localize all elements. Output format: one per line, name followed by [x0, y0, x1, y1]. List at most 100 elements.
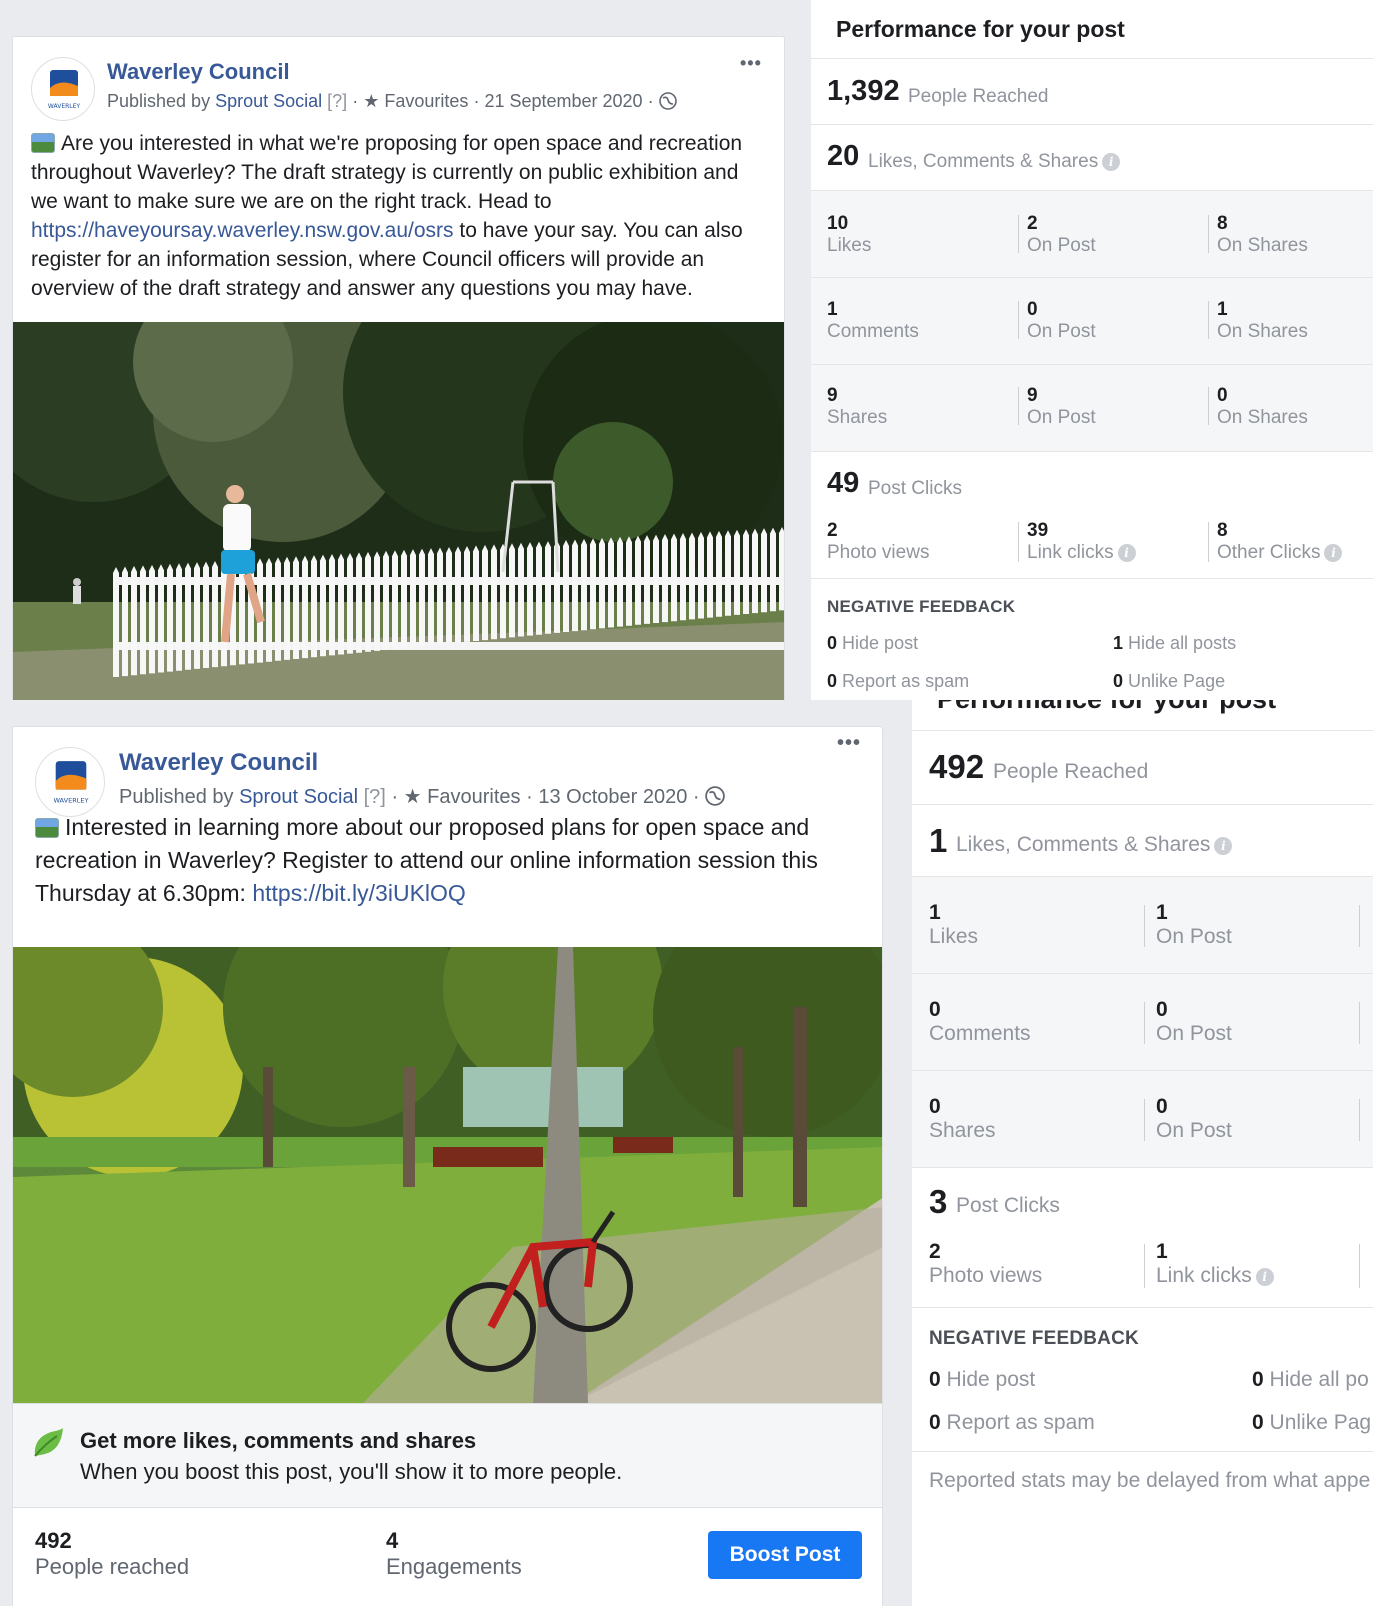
post-card-2: WAVERLEY Waverley Council Published by S… [12, 726, 883, 1606]
help-marker[interactable]: [?] [327, 91, 347, 111]
fence-picket [482, 544, 488, 641]
negative-feedback-section: NEGATIVE FEEDBACK 0 Hide post 1 Hide all… [811, 578, 1373, 700]
help-marker[interactable]: [?] [364, 786, 386, 808]
fence-picket [671, 533, 677, 622]
more-options-icon[interactable]: ••• [837, 732, 861, 755]
svg-text:WAVERLEY: WAVERLEY [48, 103, 81, 110]
fence-picket [473, 545, 479, 641]
page-name-link[interactable]: Waverley Council [107, 59, 290, 85]
people-reached-count: 492 [929, 748, 985, 785]
post-photo[interactable] [13, 947, 882, 1403]
fence-picket [131, 565, 137, 676]
hide-post-stat: 0 Hide post [929, 1368, 1036, 1391]
fence-picket [347, 552, 353, 654]
stats-delay-note: Reported stats may be delayed from what … [929, 1469, 1371, 1492]
hide-all-posts-stat: 0 Hide all po [1252, 1368, 1369, 1391]
likes-cell: 1 Likes [929, 901, 979, 948]
fence-picket [599, 537, 605, 629]
performance-title: Performance for your post [937, 700, 1276, 715]
boost-post-button[interactable]: Boost Post [708, 1531, 862, 1579]
photo-emoji-icon [31, 133, 55, 153]
fence-picket [455, 546, 461, 643]
shares-cell: 9 Shares [827, 385, 888, 428]
fence-picket [761, 528, 767, 613]
post-body: Are you interested in what we're proposi… [31, 129, 771, 303]
fence-picket [725, 530, 731, 616]
post-meta: Published by Sprout Social [?] · ★ Favou… [119, 784, 725, 809]
photo-views-cell: 2 Photo views [827, 520, 930, 563]
more-options-icon[interactable]: ••• [740, 53, 762, 74]
page-name-link[interactable]: Waverley Council [119, 749, 318, 777]
info-icon[interactable]: i [1102, 153, 1121, 171]
fence-picket [356, 552, 362, 653]
negative-feedback-title: NEGATIVE FEEDBACK [929, 1328, 1139, 1349]
post-body: Interested in learning more about our pr… [35, 811, 865, 910]
info-icon[interactable]: i [1214, 837, 1233, 855]
published-by-label: Published by [107, 91, 211, 111]
fence-picket [284, 556, 290, 660]
likes-row: 10 Likes 2 On Post 8 On Shares [811, 190, 1373, 277]
info-icon[interactable]: i [1117, 544, 1136, 562]
likes-on-post-cell: 2 On Post [1027, 213, 1096, 256]
favourites-label: Favourites [384, 91, 469, 111]
fence-picket [446, 547, 452, 644]
post-meta: Published by Sprout Social [?] · ★ Favou… [107, 91, 677, 112]
page-avatar[interactable]: WAVERLEY [31, 57, 95, 121]
fence-picket [419, 548, 425, 647]
engagement-count: 1 [929, 822, 948, 859]
info-icon[interactable]: i [1255, 1268, 1274, 1286]
separator: · [473, 91, 480, 111]
boost-title: Get more likes, comments and shares [80, 1428, 477, 1453]
post-date[interactable]: 13 October 2020 [538, 786, 687, 808]
publisher-link[interactable]: Sprout Social [215, 91, 322, 111]
unlike-page-stat: 0 Unlike Page [1113, 671, 1226, 691]
report-spam-stat: 0 Report as spam [929, 1411, 1095, 1434]
page-avatar[interactable]: WAVERLEY [35, 747, 105, 817]
post-clicks-label: Post Clicks [868, 478, 962, 499]
fence-picket [617, 536, 623, 627]
publisher-link[interactable]: Sprout Social [239, 786, 358, 808]
comments-on-post-cell: 0 On Post [1027, 299, 1096, 342]
fence-picket [275, 557, 281, 661]
fence-picket [437, 547, 443, 645]
separator: · [526, 786, 533, 808]
globe-icon [705, 786, 725, 808]
post-link[interactable]: https://haveyoursay.waverley.nsw.gov.au/… [31, 219, 454, 242]
fence-picket [176, 563, 182, 671]
post-card-1: WAVERLEY Waverley Council Published by S… [12, 36, 785, 700]
comments-cell: 1 Comments [827, 299, 919, 342]
shares-on-post-cell: 0 On Post [1156, 1095, 1232, 1142]
fence-picket [365, 551, 371, 652]
fence-picket [545, 541, 551, 634]
comments-cell: 0 Comments [929, 998, 1031, 1045]
shares-row: 0 Shares 0 On Post [912, 1070, 1373, 1167]
boost-subtitle: When you boost this post, you'll show it… [80, 1459, 623, 1484]
fence-picket [410, 549, 416, 648]
fence-picket [293, 556, 299, 659]
performance-panel-1: Performance for your post 1,392 People R… [811, 0, 1373, 700]
comments-on-post-cell: 0 On Post [1156, 998, 1232, 1045]
engagement-row: 20 Likes, Comments & Shares i [811, 124, 1373, 190]
published-by-label: Published by [119, 786, 234, 808]
fence-picket [113, 567, 119, 677]
post-date[interactable]: 21 September 2020 [484, 91, 642, 111]
fence-picket [734, 529, 740, 615]
engagement-label: Likes, Comments & Shares i [956, 833, 1233, 857]
fence-picket [122, 566, 128, 677]
fence-picket [707, 531, 713, 618]
negative-feedback-title: NEGATIVE FEEDBACK [827, 597, 1016, 616]
performance-title: Performance for your post [836, 16, 1125, 42]
fence-picket [581, 538, 587, 631]
comments-on-shares-cell: 1 On Shares [1217, 299, 1308, 342]
fence-picket [608, 537, 614, 628]
negative-feedback-section: NEGATIVE FEEDBACK 0 Hide post 0 Hide all… [912, 1307, 1373, 1451]
fence-picket [428, 548, 434, 646]
fence-picket [644, 535, 650, 624]
info-icon[interactable]: i [1324, 544, 1343, 562]
fence-picket [302, 555, 308, 659]
post-photo[interactable] [13, 322, 784, 700]
fence-picket [635, 535, 641, 625]
engagement-label: Likes, Comments & Shares i [868, 151, 1121, 173]
leaf-icon [31, 1426, 65, 1465]
post-link[interactable]: https://bit.ly/3iUKlOQ [252, 880, 465, 906]
